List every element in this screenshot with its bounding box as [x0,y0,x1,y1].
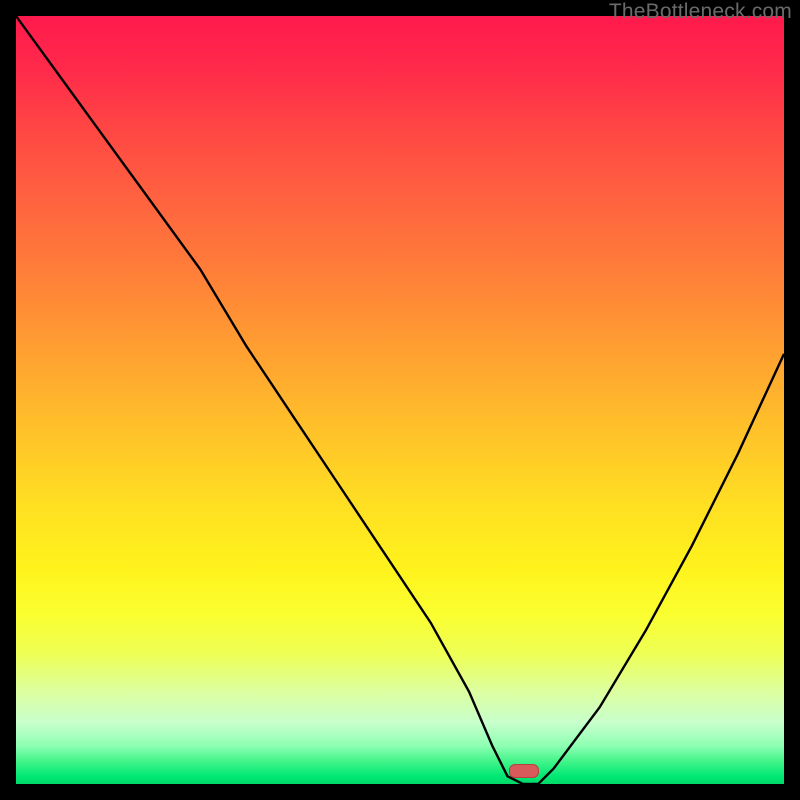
bottleneck-curve [16,16,784,784]
watermark-text: TheBottleneck.com [609,0,792,24]
optimal-marker [509,764,539,778]
bottleneck-plot [16,16,784,784]
